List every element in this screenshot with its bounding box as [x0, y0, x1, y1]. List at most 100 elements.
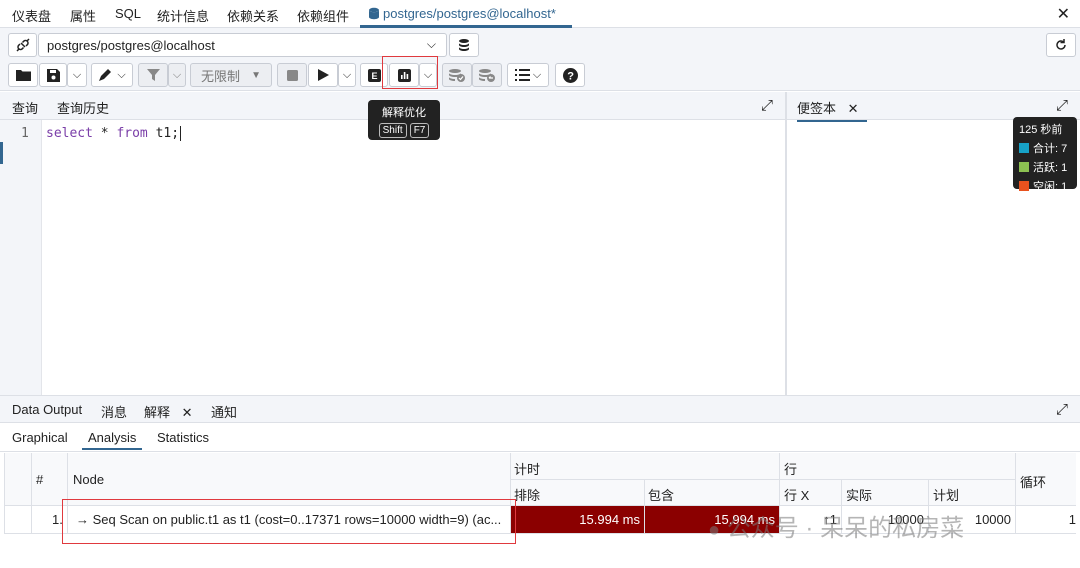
- execute-dropdown-button[interactable]: ⌵: [338, 63, 356, 87]
- col-header-inclusive: 包含: [648, 488, 675, 503]
- connection-value: postgres/postgres@localhost: [47, 37, 215, 53]
- line-number-gutter: 1: [0, 120, 42, 395]
- idle-swatch: [1019, 181, 1029, 191]
- connection-select[interactable]: postgres/postgres@localhost ⌵: [38, 33, 447, 57]
- svg-text:E: E: [371, 71, 377, 81]
- tab-data-output[interactable]: Data Output: [12, 402, 82, 417]
- stop-button[interactable]: [277, 63, 307, 87]
- tab-sql[interactable]: SQL: [115, 6, 141, 21]
- tab-properties[interactable]: 属性: [70, 6, 96, 25]
- tab-statistics[interactable]: 统计信息: [157, 6, 209, 25]
- svg-text:?: ?: [567, 70, 574, 82]
- new-connection-button[interactable]: [449, 33, 479, 57]
- edit-button[interactable]: ⌵: [91, 63, 133, 87]
- database-icon: [369, 7, 379, 20]
- save-dropdown-button[interactable]: ⌵: [67, 63, 87, 87]
- active-line-marker: [0, 142, 3, 164]
- tab-dashboard[interactable]: 仪表盘: [12, 6, 51, 25]
- col-header-timing: 计时: [514, 462, 541, 477]
- refresh-button[interactable]: [1046, 33, 1076, 57]
- tab-notifications[interactable]: 通知: [211, 402, 237, 421]
- sql-editor[interactable]: select * from t1;: [46, 126, 189, 141]
- row-limit-select[interactable]: 无限制 ▼: [190, 63, 272, 87]
- top-tab-bar: 仪表盘 属性 SQL 统计信息 依赖关系 依赖组件 postgres/postg…: [0, 0, 1080, 28]
- filter-icon: [146, 68, 160, 81]
- tab-explain[interactable]: 解释 ✕: [144, 402, 201, 426]
- chevron-down-icon: ⌵: [117, 68, 126, 81]
- tab-dependents[interactable]: 依赖组件: [297, 6, 349, 25]
- explain-icon: E: [367, 68, 381, 82]
- explain-analyze-tooltip: 解释优化 Shift F7: [368, 100, 440, 140]
- expand-icon[interactable]: ⤢: [1056, 97, 1068, 114]
- code-text-tail: t1;: [147, 126, 180, 141]
- expand-icon[interactable]: ⤢: [1056, 401, 1068, 418]
- database-stack-icon: [459, 39, 469, 51]
- panel-divider[interactable]: [785, 92, 787, 395]
- col-header-number: #: [36, 472, 44, 487]
- session-stats-popup: 125 秒前 合计: 7 活跃: 1 空闲: 1: [1013, 117, 1077, 193]
- chevron-down-icon: ⌵: [532, 68, 542, 81]
- col-header-loops: 循环: [1020, 475, 1047, 490]
- close-icon[interactable]: ✕: [1057, 4, 1070, 24]
- tab-query-tool-label: postgres/postgres@localhost*: [383, 6, 556, 21]
- col-header-node: Node: [73, 472, 105, 487]
- plug-icon: [15, 38, 30, 52]
- active-swatch: [1019, 162, 1029, 172]
- execute-button[interactable]: [308, 63, 338, 87]
- close-icon[interactable]: ✕: [182, 405, 193, 420]
- row-loops: 1: [1068, 512, 1076, 527]
- connection-status-button[interactable]: [8, 33, 37, 57]
- tab-query-history[interactable]: 查询历史: [57, 98, 109, 117]
- tab-graphical[interactable]: Graphical: [12, 430, 68, 445]
- wechat-icon: ●: [708, 519, 721, 541]
- tab-scratch-pad[interactable]: 便签本 ✕: [797, 98, 867, 122]
- save-icon: [46, 68, 60, 82]
- open-file-button[interactable]: [8, 63, 38, 87]
- refresh-icon: [1056, 39, 1066, 50]
- help-button[interactable]: ?: [555, 63, 585, 87]
- commit-button[interactable]: [442, 63, 472, 87]
- code-text: *: [92, 126, 117, 141]
- col-header-rows: 行: [784, 462, 798, 477]
- macros-button[interactable]: ⌵: [507, 63, 549, 87]
- filter-dropdown-button[interactable]: ⌵: [168, 63, 186, 87]
- stats-idle: 空闲: 1: [1033, 181, 1068, 193]
- caret-down-icon: ▼: [251, 69, 261, 81]
- rollback-button[interactable]: [472, 63, 502, 87]
- watermark: ● 公众号 · 呆呆的私房菜: [708, 508, 964, 543]
- highlight-box-node: [62, 499, 516, 544]
- filter-button[interactable]: [138, 63, 168, 87]
- tab-statistics-sub[interactable]: Statistics: [157, 430, 209, 445]
- pen-icon: [99, 69, 112, 81]
- row-limit-value: 无限制: [201, 68, 241, 84]
- folder-icon: [15, 70, 31, 81]
- stats-title: 125 秒前: [1019, 124, 1063, 136]
- chevron-down-icon: ⌵: [172, 68, 182, 81]
- play-icon: [317, 69, 329, 81]
- tooltip-title: 解释优化: [382, 107, 426, 119]
- highlight-box-explain: [382, 56, 438, 89]
- tab-analysis[interactable]: Analysis: [82, 430, 143, 450]
- row-exclusive: 15.994 ms: [579, 512, 640, 527]
- tab-explain-label: 解释: [144, 405, 171, 420]
- chevron-down-icon: ⌵: [426, 37, 436, 51]
- close-icon[interactable]: ✕: [848, 101, 859, 116]
- save-button[interactable]: [39, 63, 67, 87]
- explain-subtabs: Graphical Analysis Statistics: [0, 424, 1080, 452]
- tab-messages[interactable]: 消息: [101, 402, 127, 421]
- tab-query-tool[interactable]: postgres/postgres@localhost*: [368, 6, 556, 21]
- help-icon: ?: [562, 67, 578, 83]
- chevron-down-icon: ⌵: [72, 68, 82, 81]
- total-swatch: [1019, 143, 1029, 153]
- tooltip-key-f7: F7: [409, 123, 430, 138]
- scratch-pad-label: 便签本: [797, 101, 837, 116]
- col-header-actual: 实际: [846, 488, 873, 503]
- tab-query[interactable]: 查询: [12, 98, 39, 122]
- expand-icon[interactable]: ⤢: [761, 97, 773, 114]
- line-number: 1: [21, 126, 29, 141]
- database-undo-icon: [479, 69, 495, 82]
- list-icon: [514, 69, 530, 81]
- tab-dependencies[interactable]: 依赖关系: [227, 6, 279, 25]
- tooltip-key-shift: Shift: [378, 123, 407, 138]
- stats-total: 合计: 7: [1033, 143, 1068, 155]
